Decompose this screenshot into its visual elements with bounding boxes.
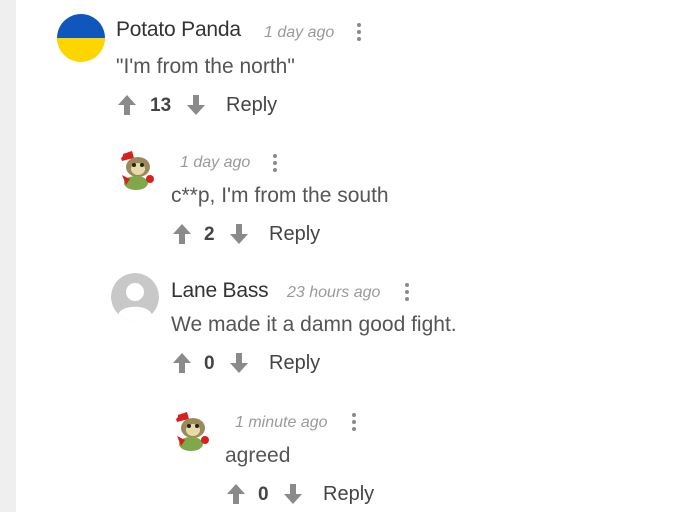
reply-button[interactable]: Reply	[323, 483, 374, 506]
vote-score: 0	[258, 484, 269, 505]
upvote-arrow-icon[interactable]	[224, 482, 248, 506]
comment-text: agreed	[225, 444, 291, 467]
downvote-arrow-icon[interactable]	[281, 482, 305, 506]
monkey-santa-avatar[interactable]	[167, 406, 213, 452]
comment-timestamp[interactable]: 1 minute ago	[235, 414, 328, 432]
comment-reply-agreed: 1 minute ago agreed 0 Reply	[0, 0, 700, 512]
more-options-icon[interactable]	[348, 410, 360, 434]
